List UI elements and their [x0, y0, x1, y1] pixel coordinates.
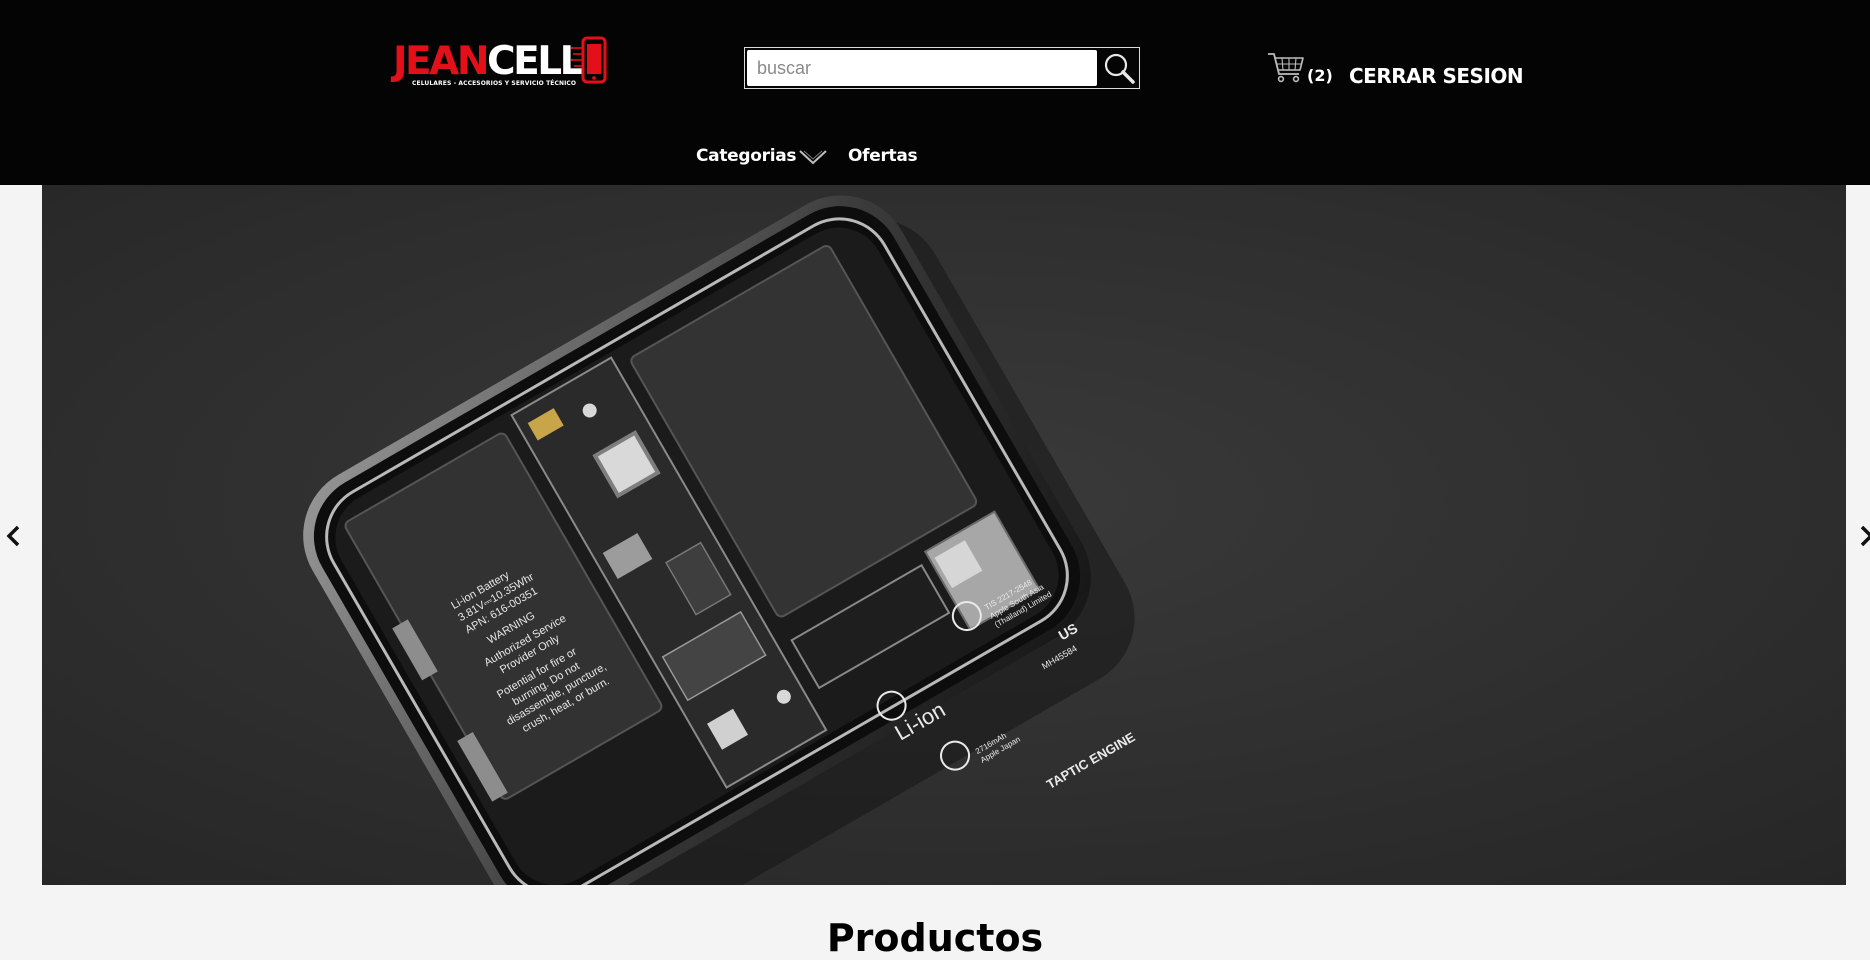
- nav-ofertas[interactable]: Ofertas: [848, 146, 918, 166]
- carousel-next-arrow[interactable]: [1858, 521, 1870, 551]
- search-icon: [1104, 53, 1135, 84]
- shopping-cart-icon[interactable]: [1266, 50, 1306, 84]
- carousel-prev-arrow[interactable]: [4, 521, 24, 551]
- nav-categorias[interactable]: Categorias: [696, 146, 797, 166]
- logo-wordmark: JEANCELL: [393, 39, 584, 84]
- chevron-down-icon[interactable]: [798, 148, 828, 166]
- site-header: JEANCELL CELULARES - ACCESORIOS Y SERVIC…: [0, 0, 1870, 185]
- search-bar: [744, 47, 1140, 89]
- products-section-title: Productos: [826, 916, 1044, 960]
- logout-link[interactable]: CERRAR SESION: [1349, 64, 1524, 88]
- hero-carousel: Li-ion Battery 3.81V⎓10.35Whr APN: 616-0…: [42, 185, 1846, 885]
- logo-tagline: CELULARES - ACCESORIOS Y SERVICIO TÉCNIC…: [412, 80, 577, 87]
- search-button[interactable]: [1101, 50, 1137, 86]
- hero-image: Li-ion Battery 3.81V⎓10.35Whr APN: 616-0…: [42, 185, 1846, 885]
- phone-logo-icon: [571, 36, 607, 84]
- cart-count[interactable]: (2): [1307, 66, 1333, 85]
- jeancell-logo[interactable]: JEANCELL CELULARES - ACCESORIOS Y SERVIC…: [393, 36, 609, 92]
- search-input[interactable]: [747, 50, 1097, 86]
